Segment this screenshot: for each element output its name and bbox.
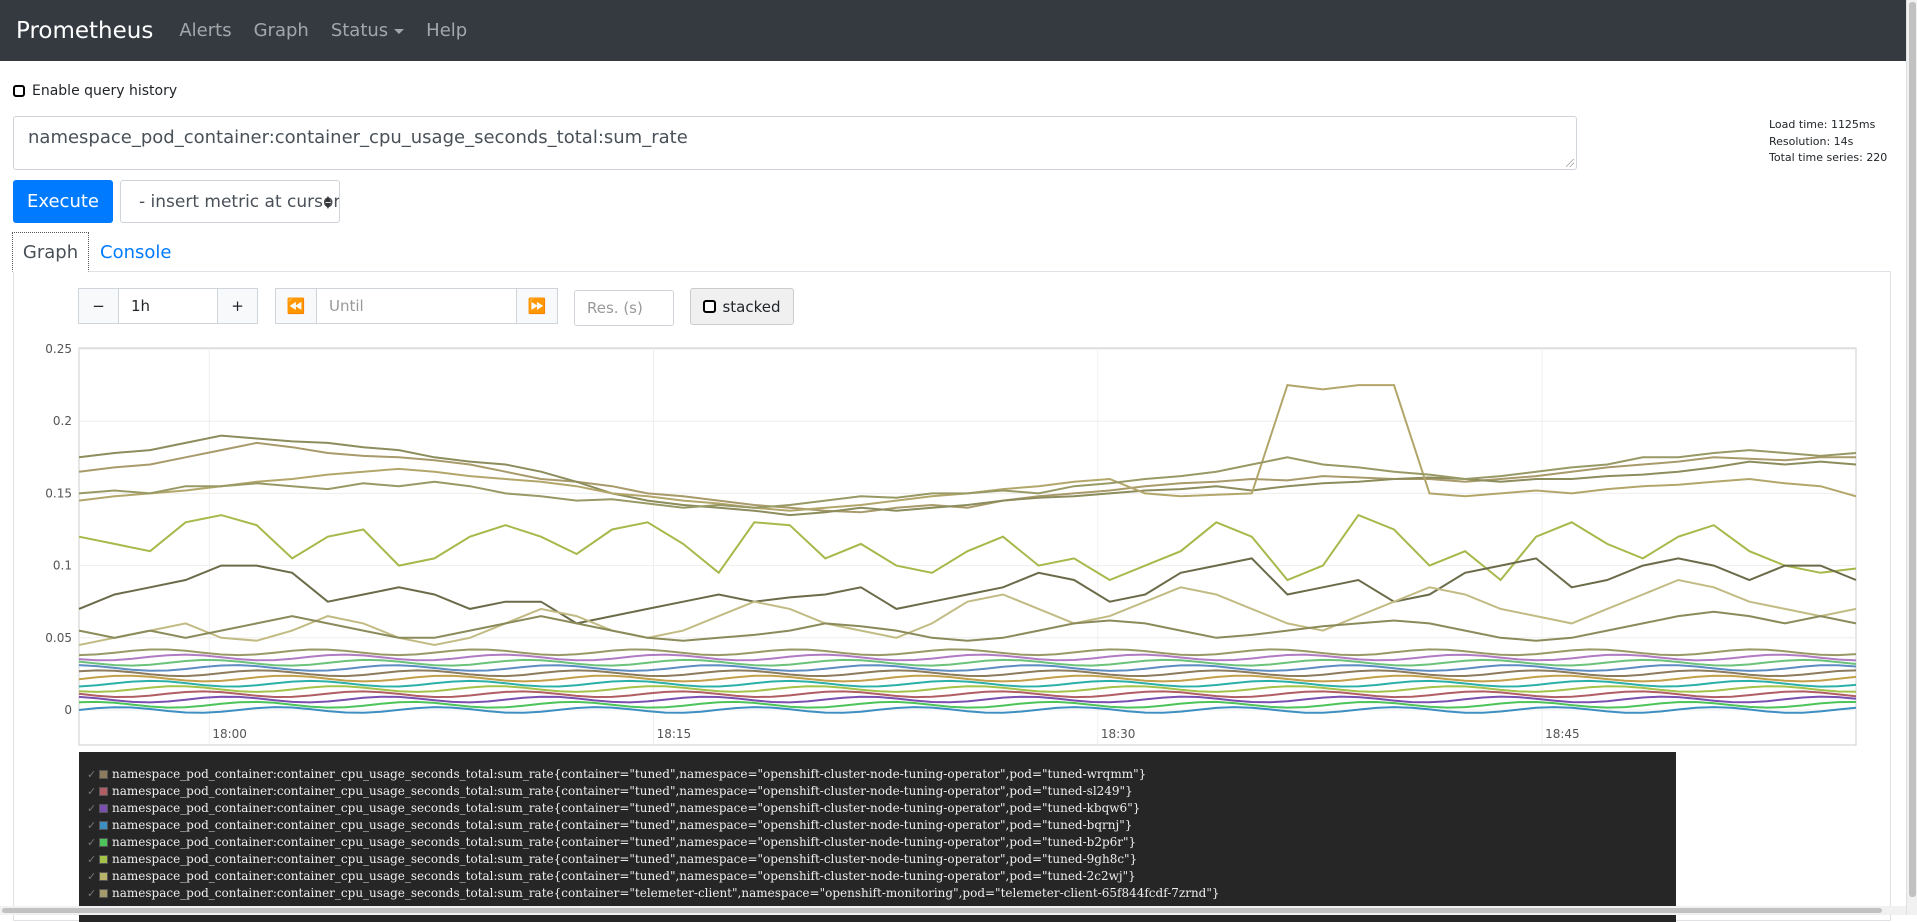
series-legend: ✓ namespace_pod_container:container_cpu_u… bbox=[79, 752, 1676, 922]
y-tick-label: 0.1 bbox=[53, 559, 72, 573]
legend-swatch bbox=[99, 855, 108, 864]
check-icon[interactable]: ✓ bbox=[87, 766, 99, 783]
graph-chart[interactable]: 0 0.05 0.1 0.15 0.2 0.25 18:00 18:15 18:30 18:45 bbox=[0, 0, 1906, 760]
horizontal-scroll-thumb[interactable] bbox=[2, 908, 1882, 913]
check-icon[interactable]: ✓ bbox=[87, 868, 99, 885]
legend-label: namespace_pod_container:container_cpu_us… bbox=[112, 852, 1138, 866]
horizontal-scrollbar[interactable] bbox=[0, 906, 1906, 915]
check-icon[interactable]: ✓ bbox=[87, 851, 99, 868]
legend-swatch bbox=[99, 770, 108, 779]
legend-item[interactable]: ✓ namespace_pod_container:container_cpu_u… bbox=[79, 783, 1676, 800]
check-icon[interactable]: ✓ bbox=[87, 885, 99, 902]
legend-swatch bbox=[99, 821, 108, 830]
legend-item[interactable]: ✓ namespace_pod_container:container_cpu_u… bbox=[79, 834, 1676, 851]
check-icon[interactable]: ✓ bbox=[87, 834, 99, 851]
legend-label: namespace_pod_container:container_cpu_us… bbox=[112, 869, 1136, 883]
check-icon[interactable]: ✓ bbox=[87, 817, 99, 834]
legend-label: namespace_pod_container:container_cpu_us… bbox=[112, 835, 1137, 849]
legend-item[interactable]: ✓ namespace_pod_container:container_cpu_u… bbox=[79, 885, 1676, 902]
legend-swatch bbox=[99, 889, 108, 898]
legend-label: namespace_pod_container:container_cpu_us… bbox=[112, 801, 1141, 815]
legend-label: namespace_pod_container:container_cpu_us… bbox=[112, 767, 1147, 781]
legend-item[interactable]: ✓ namespace_pod_container:container_cpu_u… bbox=[79, 868, 1676, 885]
legend-item[interactable]: ✓ namespace_pod_container:container_cpu_u… bbox=[79, 766, 1676, 783]
legend-item[interactable]: ✓ namespace_pod_container:container_cpu_u… bbox=[79, 817, 1676, 834]
y-tick-label: 0.15 bbox=[45, 486, 72, 500]
legend-swatch bbox=[99, 872, 108, 881]
legend-label: namespace_pod_container:container_cpu_us… bbox=[112, 784, 1133, 798]
vertical-scroll-thumb[interactable] bbox=[1909, 2, 1916, 897]
legend-swatch bbox=[99, 804, 108, 813]
legend-swatch bbox=[99, 838, 108, 847]
y-tick-label: 0.05 bbox=[45, 631, 72, 645]
legend-label: namespace_pod_container:container_cpu_us… bbox=[112, 818, 1133, 832]
y-tick-label: 0.2 bbox=[53, 414, 72, 428]
y-tick-label: 0 bbox=[64, 703, 72, 717]
x-tick-label: 18:30 bbox=[1101, 727, 1136, 741]
x-tick-label: 18:15 bbox=[657, 727, 692, 741]
legend-label: namespace_pod_container:container_cpu_us… bbox=[112, 886, 1220, 900]
vertical-scrollbar[interactable] bbox=[1906, 0, 1917, 915]
legend-item[interactable]: ✓ namespace_pod_container:container_cpu_u… bbox=[79, 851, 1676, 868]
check-icon[interactable]: ✓ bbox=[87, 783, 99, 800]
check-icon[interactable]: ✓ bbox=[87, 800, 99, 817]
x-tick-label: 18:00 bbox=[212, 727, 247, 741]
y-tick-label: 0.25 bbox=[45, 342, 72, 356]
legend-item[interactable]: ✓ namespace_pod_container:container_cpu_u… bbox=[79, 800, 1676, 817]
legend-swatch bbox=[99, 787, 108, 796]
x-tick-label: 18:45 bbox=[1545, 727, 1580, 741]
